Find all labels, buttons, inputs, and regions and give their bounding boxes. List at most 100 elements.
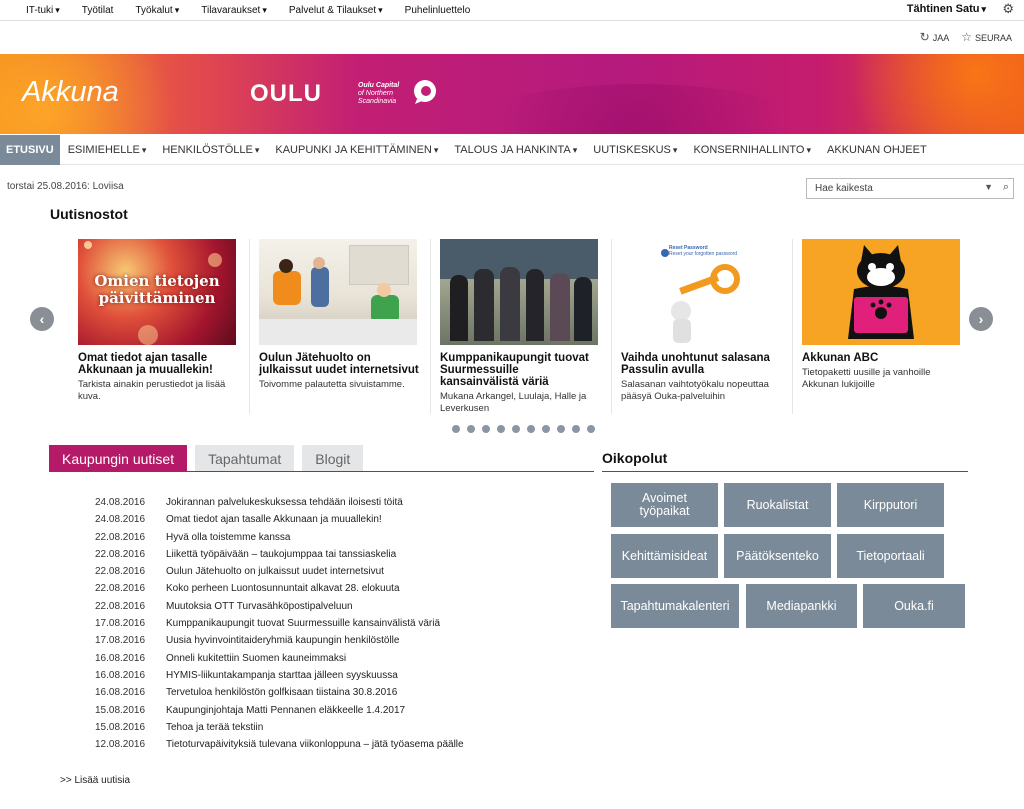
news-item[interactable]: 12.08.2016 Tietoturvapäivityksiä tulevana… [95,736,464,753]
carousel-dot[interactable] [482,425,490,433]
carousel-dot[interactable] [452,425,460,433]
nav-konsernihallinto[interactable]: KONSERNIHALLINTO [685,135,819,165]
news-item[interactable]: 24.08.2016 Omat tiedot ajan tasalle Akkun… [95,511,464,528]
suite-menu-tilavaraukset[interactable]: Tilavaraukset [201,5,267,16]
shortcut-ouka-fi[interactable]: Ouka.fi [863,584,965,628]
highlight-desc: Salasanan vaihtotyökalu nopeuttaa pääsyä… [621,379,769,402]
nav-etusivu[interactable]: ETUSIVU [0,134,60,165]
divider [611,239,612,414]
search-icon[interactable]: ⌕ [1003,181,1009,194]
news-item[interactable]: 16.08.2016 Onneli kukitettiin Suomen kaun… [95,650,464,667]
news-item[interactable]: 22.08.2016 Koko perheen Luontosunnuntait … [95,580,464,597]
news-item[interactable]: 22.08.2016 Muutoksia OTT Turvasähköpostip… [95,598,464,615]
user-menu[interactable]: Tähtinen Satu [907,3,986,15]
nav-esimiehelle[interactable]: ESIMIEHELLE [60,135,155,165]
search-box[interactable]: Hae kaikesta ▼ ⌕ [806,178,1014,199]
news-title-link[interactable]: Liikettä työpäivään – taukojumppaa tai t… [166,546,396,563]
carousel-dot[interactable] [467,425,475,433]
highlight-image[interactable] [259,239,417,345]
news-title-link[interactable]: Tervetuloa henkilöstön golfkisaan tiista… [166,684,397,701]
suite-menu-it-tuki[interactable]: IT-tuki [26,5,60,16]
shortcut-kirpputori[interactable]: Kirpputori [837,483,944,527]
news-item[interactable]: 17.08.2016 Uusia hyvinvointitaideryhmiä k… [95,632,464,649]
highlight-title[interactable]: Omat tiedot ajan tasalle Akkunaan ja muu… [78,352,238,376]
highlight-image[interactable]: Omien tietojen päivittäminen [78,239,236,345]
highlight-image[interactable]: Reset Password Reset your forgotten pass… [621,239,779,345]
nav-talous[interactable]: TALOUS JA HANKINTA [446,135,585,165]
highlight-card[interactable]: Akkunan ABC Tietopaketti uusille ja vanh… [792,239,962,414]
news-item[interactable]: 22.08.2016 Oulun Jätehuolto on julkaissut… [95,563,464,580]
news-item[interactable]: 22.08.2016 Hyvä olla toistemme kanssa [95,529,464,546]
shortcut-avoimet-tyopaikat[interactable]: Avoimet työpaikat [611,483,718,527]
news-title-link[interactable]: Tietoturvapäivityksiä tulevana viikonlop… [166,736,464,753]
shortcut-ruokalistat[interactable]: Ruokalistat [724,483,831,527]
carousel-dot[interactable] [587,425,595,433]
tab-tapahtumat[interactable]: Tapahtumat [195,445,295,472]
search-input[interactable]: Hae kaikesta [815,183,873,194]
suite-menu-tyokalut[interactable]: Työkalut [135,5,179,16]
highlight-title[interactable]: Kumppanikaupungit tuovat Suurmessuille k… [440,352,600,388]
news-title-link[interactable]: Kumppanikaupungit tuovat Suurmessuille k… [166,615,440,632]
news-title-link[interactable]: Jokirannan palvelukeskuksessa tehdään il… [166,494,403,511]
news-title-link[interactable]: Onneli kukitettiin Suomen kauneimmaksi [166,650,346,667]
news-item[interactable]: 17.08.2016 Kumppanikaupungit tuovat Suurm… [95,615,464,632]
news-item[interactable]: 22.08.2016 Liikettä työpäivään – taukojum… [95,546,464,563]
nav-kaupunki[interactable]: KAUPUNKI JA KEHITTÄMINEN [267,135,446,165]
highlight-desc: Toivomme palautetta sivuistamme. [259,379,405,390]
highlight-title[interactable]: Oulun Jätehuolto on julkaissut uudet int… [259,352,419,376]
share-button[interactable]: ↻ JAA [920,30,950,44]
highlight-card[interactable]: Reset Password Reset your forgotten pass… [611,239,781,414]
news-item[interactable]: 24.08.2016 Jokirannan palvelukeskuksessa … [95,494,464,511]
chevron-right-icon: › [978,311,984,327]
news-item[interactable]: 16.08.2016 HYMIS-liikuntakampanja startta… [95,667,464,684]
carousel-dot[interactable] [512,425,520,433]
highlight-desc: Mukana Arkangel, Luulaja, Halle ja Lever… [440,391,587,414]
highlight-image[interactable] [802,239,960,345]
carousel-dot[interactable] [497,425,505,433]
news-title-link[interactable]: Koko perheen Luontosunnuntait alkavat 28… [166,580,400,597]
gear-icon[interactable]: ⚙ [1002,1,1014,17]
highlight-title[interactable]: Akkunan ABC [802,352,962,364]
highlight-title[interactable]: Vaihda unohtunut salasana Passulin avull… [621,352,781,376]
news-date: 12.08.2016 [95,739,146,751]
follow-button[interactable]: ☆ SEURAA [961,30,1012,44]
shortcut-kehittamisideat[interactable]: Kehittämisideat [611,534,718,578]
news-item[interactable]: 15.08.2016 Tehoa ja terää tekstiin [95,719,464,736]
news-title-link[interactable]: Hyvä olla toistemme kanssa [166,529,291,546]
news-title-link[interactable]: Oulun Jätehuolto on julkaissut uudet int… [166,563,384,580]
chevron-down-icon[interactable]: ▼ [984,182,993,192]
tab-blogit[interactable]: Blogit [302,445,364,472]
carousel-next-button[interactable]: › [969,307,993,331]
suite-menu-tyotilat[interactable]: Työtilat [82,5,114,16]
news-item[interactable]: 16.08.2016 Tervetuloa henkilöstön golfkis… [95,684,464,701]
carousel-prev-button[interactable]: ‹ [30,307,54,331]
nav-ohjeet[interactable]: AKKUNAN OHJEET [819,135,935,165]
news-title-link[interactable]: Kaupunginjohtaja Matti Pennanen eläkkeel… [166,702,405,719]
suite-menu-palvelut[interactable]: Palvelut & Tilaukset [289,5,383,16]
highlight-card[interactable]: Omien tietojen päivittäminen Omat tiedot… [78,239,238,403]
shortcut-paatoksenteko[interactable]: Päätöksenteko [724,534,831,578]
carousel-dot[interactable] [572,425,580,433]
carousel-dot[interactable] [542,425,550,433]
shortcut-mediapankki[interactable]: Mediapankki [746,584,857,628]
news-item[interactable]: 15.08.2016 Kaupunginjohtaja Matti Pennane… [95,702,464,719]
tab-kaupungin-uutiset[interactable]: Kaupungin uutiset [49,445,188,472]
news-title-link[interactable]: Uusia hyvinvointitaideryhmiä kaupungin h… [166,632,399,649]
suite-menu-puhelinluettelo[interactable]: Puhelinluettelo [405,5,471,16]
news-title-link[interactable]: HYMIS-liikuntakampanja starttaa jälleen … [166,667,398,684]
highlight-image[interactable] [440,239,598,345]
carousel-dot[interactable] [527,425,535,433]
shortcut-tietoportaali[interactable]: Tietoportaali [837,534,944,578]
highlight-card[interactable]: Kumppanikaupungit tuovat Suurmessuille k… [430,239,600,415]
date-line: torstai 25.08.2016: Loviisa [7,181,124,192]
highlight-card[interactable]: Oulun Jätehuolto on julkaissut uudet int… [249,239,419,414]
news-title-link[interactable]: Omat tiedot ajan tasalle Akkunaan ja muu… [166,511,382,528]
site-logo[interactable]: Akkuna [22,76,119,109]
nav-henkilostolle[interactable]: HENKILÖSTÖLLE [154,135,267,165]
news-title-link[interactable]: Tehoa ja terää tekstiin [166,719,263,736]
more-news-link[interactable]: >> Lisää uutisia [60,775,130,786]
nav-uutiskeskus[interactable]: UUTISKESKUS [585,135,685,165]
carousel-dot[interactable] [557,425,565,433]
news-title-link[interactable]: Muutoksia OTT Turvasähköpostipalveluun [166,598,353,615]
shortcut-tapahtumakalenteri[interactable]: Tapahtumakalenteri [611,584,739,628]
